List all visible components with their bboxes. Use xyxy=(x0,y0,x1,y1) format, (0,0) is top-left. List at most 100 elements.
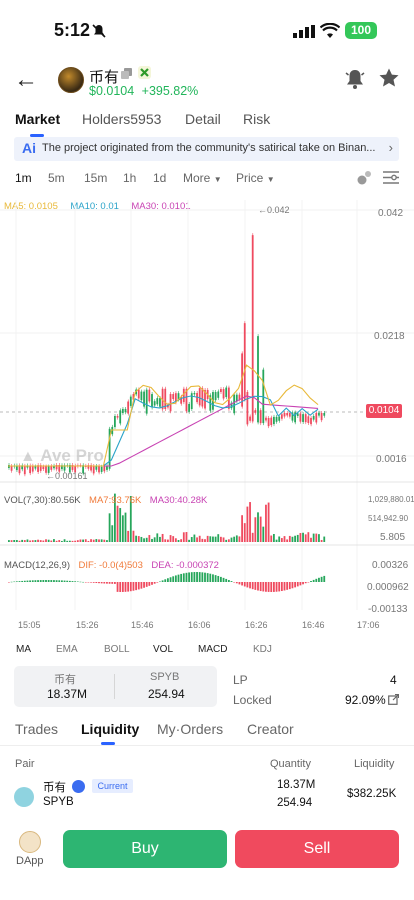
macd-bar xyxy=(275,582,278,592)
back-arrow-icon[interactable]: ← xyxy=(14,66,44,94)
dapp-label[interactable]: DApp xyxy=(16,855,44,867)
indicator-macd[interactable]: MACD xyxy=(198,644,227,655)
indicator-boll[interactable]: BOLL xyxy=(104,644,130,655)
volume-bar xyxy=(108,513,111,542)
vol-axis-label: 1,029,880.01 xyxy=(368,495,414,504)
macd-bar xyxy=(29,580,31,582)
macd-bar xyxy=(159,581,161,582)
time-axis-label: 16:46 xyxy=(302,620,325,630)
tab-holders[interactable]: Holders5953 xyxy=(82,111,161,127)
macd-bar xyxy=(238,582,241,585)
favorite-star-icon[interactable] xyxy=(378,67,400,89)
indicator-kdj[interactable]: KDJ xyxy=(253,644,272,655)
candle-body xyxy=(42,466,45,470)
indicator-ema[interactable]: EMA xyxy=(56,644,78,655)
macd-dif-legend: DIF: -0.0(4)503 xyxy=(78,560,143,571)
candle-body xyxy=(318,412,320,416)
volume-bar xyxy=(8,540,10,542)
price-alert-bell-icon[interactable] xyxy=(344,68,366,90)
macd-bar xyxy=(177,574,180,582)
volume-bar xyxy=(151,538,153,542)
candle-body xyxy=(217,391,220,398)
macd-bar xyxy=(145,582,148,587)
external-link-icon[interactable] xyxy=(388,694,399,705)
price-chart[interactable] xyxy=(0,190,414,610)
tab-liquidity[interactable]: Liquidity xyxy=(81,721,139,737)
volume-bar xyxy=(29,540,31,542)
tab-creator[interactable]: Creator xyxy=(247,721,294,737)
macd-bar xyxy=(182,573,185,582)
tab-risk[interactable]: Risk xyxy=(243,111,270,127)
macd-bar xyxy=(79,581,82,583)
indicator-ma[interactable]: MA xyxy=(16,644,31,655)
volume-bar xyxy=(53,539,55,542)
interval-15m[interactable]: 15m xyxy=(84,171,107,185)
candle-body xyxy=(220,389,222,393)
macd-axis-label: -0.00133 xyxy=(368,604,408,615)
candle-body xyxy=(275,416,278,422)
tab-market[interactable]: Market xyxy=(15,111,60,127)
interval-more[interactable]: More ▼ xyxy=(183,171,222,185)
candle-body xyxy=(257,336,259,423)
price-change: +395.82% xyxy=(141,84,199,98)
indicator-settings-icon[interactable] xyxy=(356,169,373,186)
macd-bar xyxy=(201,572,204,582)
macd-bar xyxy=(13,581,16,583)
caret-down-icon: ▼ xyxy=(213,175,222,184)
macd-bar xyxy=(31,580,34,582)
buy-button[interactable]: Buy xyxy=(63,830,227,868)
volume-bar xyxy=(227,539,230,542)
candle-body xyxy=(267,417,270,427)
tab-trades[interactable]: Trades xyxy=(15,721,58,737)
macd-bar xyxy=(92,582,95,583)
volume-bar xyxy=(310,537,312,542)
dapp-icon[interactable] xyxy=(19,831,41,853)
volume-bar xyxy=(55,540,58,542)
candle-body xyxy=(273,416,275,425)
macd-bar xyxy=(265,582,267,592)
tab-my-orders[interactable]: My·Orders xyxy=(157,721,223,737)
macd-bar xyxy=(180,573,183,582)
macd-bar xyxy=(254,582,257,590)
candle-body xyxy=(243,323,246,400)
interval-1d[interactable]: 1d xyxy=(153,171,166,185)
token-price-row: $0.0104 +395.82% xyxy=(89,82,198,100)
interval-1m[interactable]: 1m xyxy=(15,171,32,185)
candle-body xyxy=(315,412,318,423)
interval-1h[interactable]: 1h xyxy=(123,171,136,185)
sell-button[interactable]: Sell xyxy=(235,830,399,868)
volume-bar xyxy=(18,540,21,542)
candle-body xyxy=(148,389,151,402)
volume-bar xyxy=(320,539,323,542)
volume-bar xyxy=(304,534,307,542)
mute-bell-icon xyxy=(92,24,106,38)
quantity-quote: 254.94 xyxy=(277,797,313,809)
time-axis-label: 16:06 xyxy=(188,620,211,630)
vol-legend: VOL(7,30):80.56K MA7:93.76K MA30:40.28K xyxy=(4,490,207,508)
interval-5m[interactable]: 5m xyxy=(48,171,65,185)
candle-body xyxy=(310,417,312,425)
candle-body xyxy=(172,394,175,400)
cellular-signal-icon xyxy=(293,25,315,38)
macd-axis-label: 0.00326 xyxy=(372,560,409,571)
macd-bar xyxy=(172,576,175,582)
chart-options-icon[interactable] xyxy=(383,170,399,185)
volume-bar xyxy=(37,539,39,542)
volume-bar xyxy=(119,508,122,542)
volume-bar xyxy=(21,539,24,542)
price-toggle[interactable]: Price ▼ xyxy=(236,171,275,185)
tab-detail[interactable]: Detail xyxy=(185,111,221,127)
volume-bar xyxy=(26,539,29,542)
candle-body xyxy=(320,412,323,421)
candle-body xyxy=(182,388,185,403)
macd-bar xyxy=(8,582,10,583)
project-banner[interactable]: Ai The project originated from the commu… xyxy=(14,137,399,161)
volume-bar xyxy=(254,517,257,542)
high-marker: ←0.042 xyxy=(258,205,290,215)
macd-bar xyxy=(227,579,230,582)
macd-bar xyxy=(251,582,254,590)
indicator-vol[interactable]: VOL xyxy=(153,644,173,655)
volume-bar xyxy=(294,535,296,542)
copy-icon[interactable] xyxy=(121,68,132,79)
volume-bar xyxy=(318,534,320,542)
